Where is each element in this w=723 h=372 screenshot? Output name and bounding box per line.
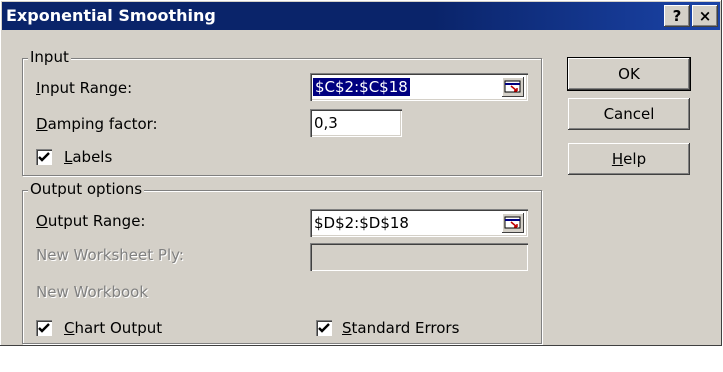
close-icon[interactable]: × xyxy=(692,5,718,27)
checkmark-icon xyxy=(38,323,50,333)
new-worksheet-ply-field[interactable] xyxy=(310,243,528,271)
checkmark-icon xyxy=(38,152,50,162)
help-button[interactable]: Help xyxy=(568,143,690,175)
output-range-value: $D$2:$D$18 xyxy=(314,214,409,232)
new-worksheet-ply-label: New Worksheet Ply: xyxy=(36,246,184,264)
range-select-icon[interactable] xyxy=(502,77,524,97)
standard-errors-label[interactable]: Standard Errors xyxy=(342,319,459,337)
input-range-field[interactable]: $C$2:$C$18 xyxy=(310,73,528,101)
output-options-legend: Output options xyxy=(28,180,145,198)
input-group-legend: Input xyxy=(28,48,71,66)
input-range-label: Input Range: xyxy=(36,79,133,97)
cancel-button[interactable]: Cancel xyxy=(568,98,690,130)
output-range-label: Output Range: xyxy=(36,212,146,230)
help-icon[interactable]: ? xyxy=(664,5,690,27)
labels-label[interactable]: Labels xyxy=(64,148,112,166)
range-select-icon[interactable] xyxy=(502,213,524,233)
damping-factor-value: 0,3 xyxy=(314,114,338,132)
exponential-smoothing-dialog: Exponential Smoothing ? × Input Input Ra… xyxy=(0,0,722,346)
damping-factor-label: Damping factor: xyxy=(36,115,158,133)
output-range-field[interactable]: $D$2:$D$18 xyxy=(310,209,528,237)
checkmark-icon xyxy=(318,323,330,333)
new-workbook-label[interactable]: New Workbook xyxy=(36,283,148,301)
input-range-value: $C$2:$C$18 xyxy=(313,78,410,96)
chart-output-checkbox[interactable] xyxy=(36,320,52,336)
damping-factor-field[interactable]: 0,3 xyxy=(310,109,402,137)
ok-button[interactable]: OK xyxy=(567,57,691,91)
title-bar[interactable]: Exponential Smoothing ? × xyxy=(2,2,720,30)
window-title: Exponential Smoothing xyxy=(6,6,216,25)
standard-errors-checkbox[interactable] xyxy=(316,320,332,336)
labels-checkbox[interactable] xyxy=(36,149,52,165)
chart-output-label[interactable]: Chart Output xyxy=(64,319,162,337)
